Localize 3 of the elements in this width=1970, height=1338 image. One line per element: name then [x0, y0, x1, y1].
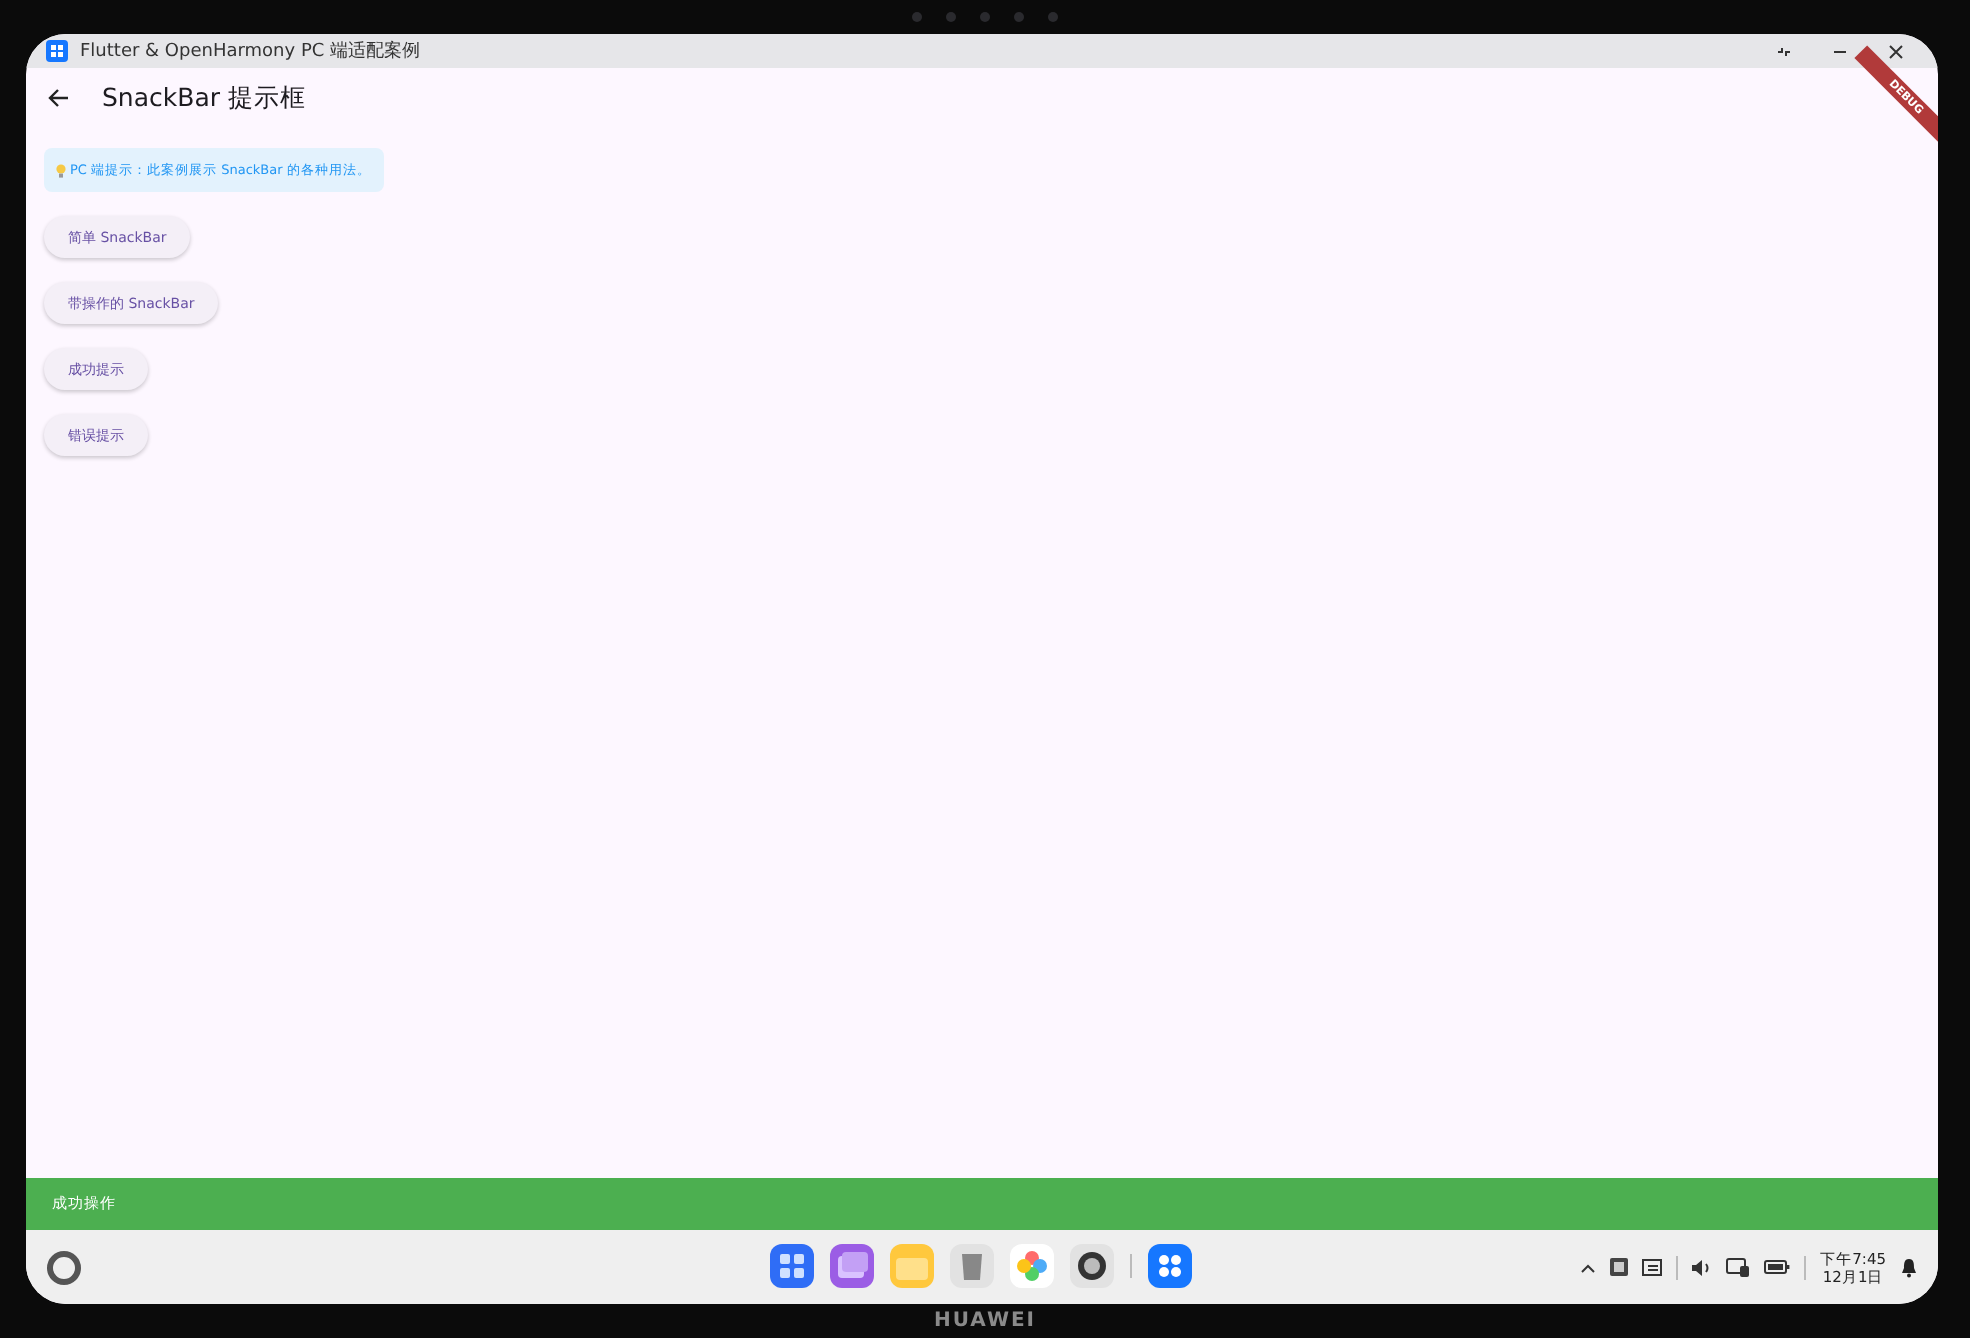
- device-brand: HUAWEI: [933, 1310, 1037, 1332]
- window-title: Flutter & OpenHarmony PC 端适配案例: [80, 38, 423, 64]
- page-title: SnackBar 提示框: [102, 81, 306, 115]
